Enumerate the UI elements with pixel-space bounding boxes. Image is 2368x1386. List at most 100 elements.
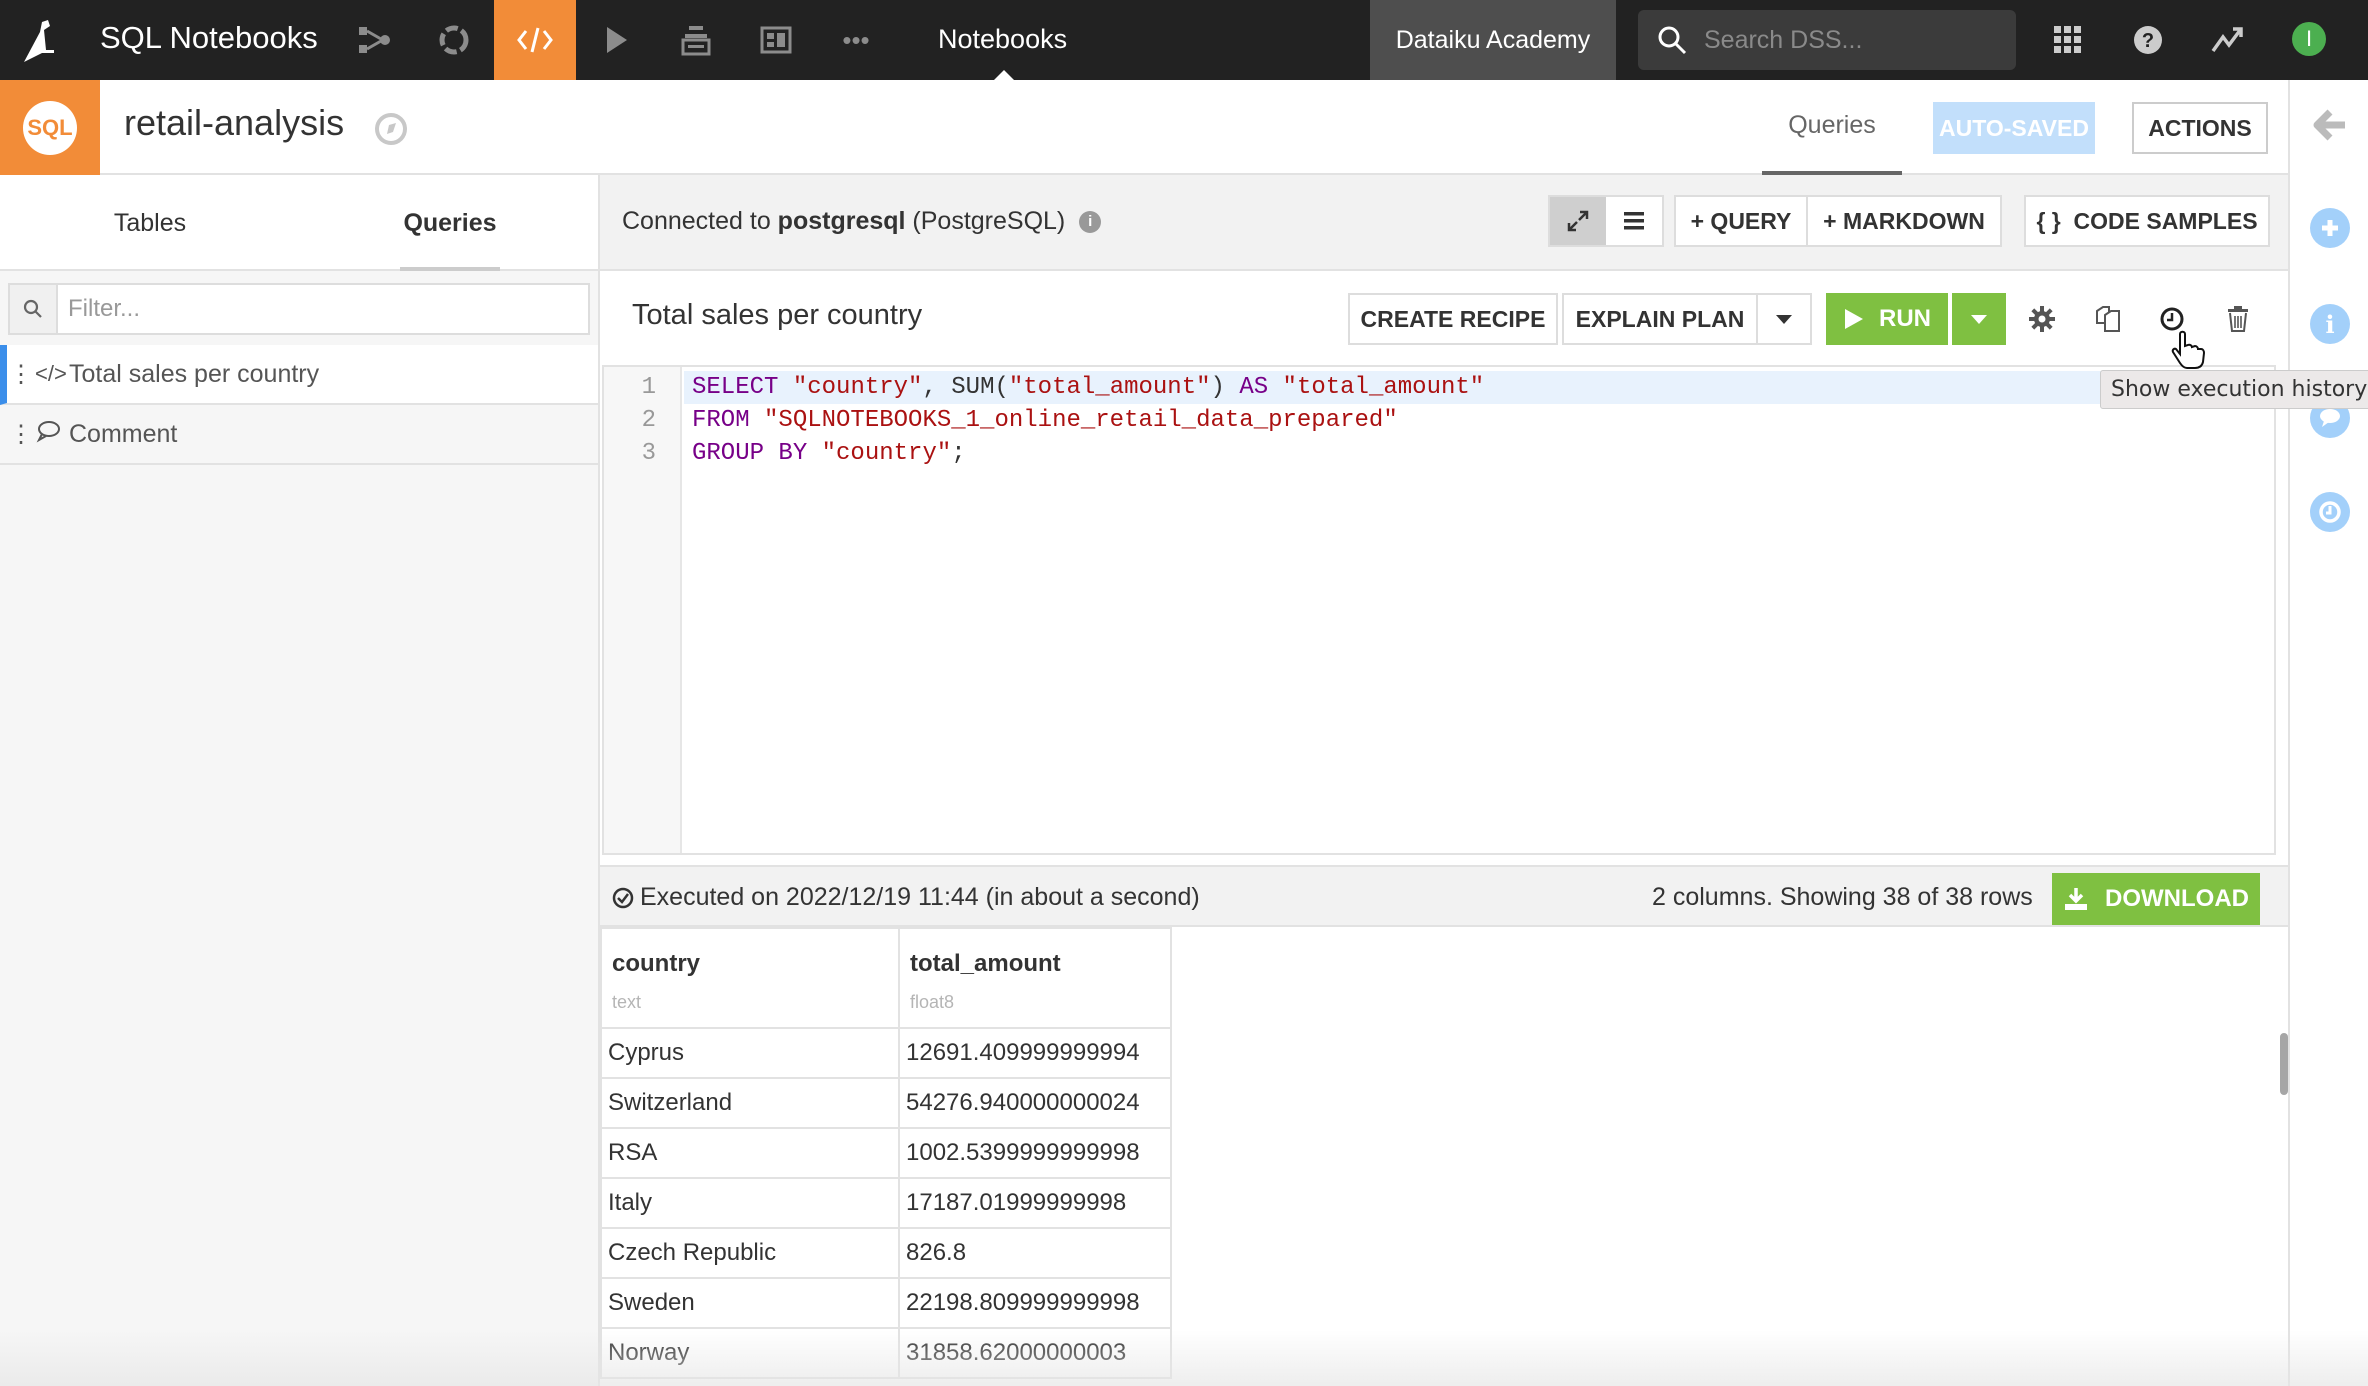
main-panel: Connected to postgresql (PostgreSQL) i + …	[600, 175, 2288, 1386]
chevron-down-icon	[1776, 314, 1792, 324]
table-row: Italy 17187.01999999998	[600, 1177, 1172, 1229]
cell-country[interactable]: Italy	[600, 1177, 900, 1229]
create-recipe-button[interactable]: CREATE RECIPE	[1348, 293, 1558, 345]
deploy-icon[interactable]	[656, 0, 736, 80]
global-search[interactable]	[1638, 10, 2016, 70]
activity-icon[interactable]	[2208, 20, 2248, 60]
drag-handle-icon[interactable]: ⋮	[7, 420, 35, 449]
download-button[interactable]: DOWNLOAD	[2052, 873, 2260, 925]
help-icon[interactable]: ?	[2128, 20, 2168, 60]
apps-grid-icon[interactable]	[2048, 20, 2088, 60]
executed-text: Executed on 2022/12/19 11:44 (in about a…	[640, 883, 1200, 911]
table-row: Sweden 22198.809999999998	[600, 1277, 1172, 1329]
search-icon	[1658, 26, 1687, 55]
code-line[interactable]: 2 FROM "SQLNOTEBOOKS_1_online_retail_data…	[604, 404, 2274, 437]
sidebar-tab-queries[interactable]: Queries	[400, 175, 500, 271]
duplicate-icon[interactable]	[2090, 301, 2126, 337]
cell-total-amount[interactable]: 826.8	[898, 1227, 1172, 1279]
sidebar-tab-tables[interactable]: Tables	[0, 175, 300, 271]
section-label-notebooks[interactable]: Notebooks	[938, 24, 1067, 55]
history-icon[interactable]	[2310, 492, 2350, 532]
cell-total-amount[interactable]: 12691.409999999994	[898, 1027, 1172, 1079]
add-icon[interactable]	[2310, 208, 2350, 248]
download-icon	[2065, 888, 2087, 910]
cell-total-amount[interactable]: 54276.940000000024	[898, 1077, 1172, 1129]
sidebar-tabs: Tables Queries	[0, 175, 598, 271]
connection-info-icon[interactable]: i	[1079, 211, 1102, 234]
code-icon: </>	[35, 361, 67, 386]
code-icon[interactable]	[494, 0, 576, 80]
flow-icon[interactable]	[334, 0, 414, 80]
cell-total-amount[interactable]: 1002.5399999999998	[898, 1127, 1172, 1179]
back-arrow-icon[interactable]	[2312, 108, 2348, 142]
svg-text:?: ?	[2142, 30, 2154, 52]
add-markdown-button[interactable]: + MARKDOWN	[1808, 195, 2002, 247]
notebook-name[interactable]: retail-analysis	[124, 102, 344, 144]
cell-country[interactable]: Norway	[600, 1327, 900, 1379]
code-text: FROM "SQLNOTEBOOKS_1_online_retail_data_…	[692, 404, 1398, 437]
cell-country[interactable]: Sweden	[600, 1277, 900, 1329]
code-token: "country"	[821, 440, 952, 467]
explain-plan-button[interactable]: EXPLAIN PLAN	[1562, 293, 1758, 345]
list-view-icon[interactable]	[1606, 197, 1662, 245]
settings-gear-icon[interactable]	[2024, 301, 2060, 337]
dataiku-bird-logo[interactable]	[20, 16, 64, 64]
execution-status: Executed on 2022/12/19 11:44 (in about a…	[612, 883, 1200, 912]
sql-code-editor[interactable]: 1 SELECT "country", SUM("total_amount") A…	[602, 365, 2276, 855]
query-title[interactable]: Total sales per country	[632, 299, 922, 332]
code-line[interactable]: 1 SELECT "country", SUM("total_amount") A…	[604, 371, 2274, 404]
code-samples-button[interactable]: { } CODE SAMPLES	[2024, 195, 2270, 247]
sidebar-item-query[interactable]: ⋮ </> Total sales per country	[0, 345, 598, 405]
connection-status: Connected to postgresql (PostgreSQL) i	[622, 207, 1102, 236]
cell-total-amount[interactable]: 17187.01999999998	[898, 1177, 1172, 1229]
dashboard-icon[interactable]	[736, 0, 816, 80]
more-icon[interactable]: •••	[816, 0, 896, 80]
explain-plan-dropdown[interactable]	[1756, 293, 1812, 345]
jobs-icon[interactable]	[414, 0, 494, 80]
column-header-country[interactable]: country text	[600, 927, 900, 1029]
results-body: Cyprus 12691.409999999994 Switzerland 54276…	[600, 1027, 1172, 1379]
code-line[interactable]: 3 GROUP BY "country";	[604, 437, 2274, 470]
filter-input[interactable]	[68, 291, 578, 327]
cell-total-amount[interactable]: 22198.809999999998	[898, 1277, 1172, 1329]
code-token: "country"	[792, 374, 923, 401]
add-query-button[interactable]: + QUERY	[1674, 195, 1808, 247]
expand-view-icon[interactable]	[1550, 197, 1606, 245]
compass-icon[interactable]	[374, 112, 408, 146]
code-token: "total_amount"	[1008, 374, 1211, 401]
sql-notebook-badge: SQL	[0, 80, 100, 175]
code-text: GROUP BY "country";	[692, 437, 966, 470]
column-type: float8	[910, 991, 955, 1012]
info-icon[interactable]: i	[2310, 304, 2350, 344]
connection-name: postgresql	[777, 207, 906, 235]
cell-country[interactable]: Switzerland	[600, 1077, 900, 1129]
user-avatar[interactable]: I	[2292, 22, 2326, 56]
column-name: total_amount	[910, 949, 1061, 977]
app-title[interactable]: SQL Notebooks	[100, 20, 318, 56]
results-scrollbar[interactable]	[2280, 1033, 2288, 1095]
connected-prefix: Connected to	[622, 207, 778, 235]
hand-pointer-cursor	[2171, 330, 2206, 369]
run-button[interactable]: RUN	[1826, 293, 1948, 345]
line-number: 2	[641, 407, 656, 434]
sidebar-item-comment[interactable]: ⋮ Comment	[0, 405, 598, 465]
cell-country[interactable]: RSA	[600, 1127, 900, 1179]
cell-country[interactable]: Cyprus	[600, 1027, 900, 1079]
notebook-header: SQL retail-analysis Queries AUTO-SAVED A…	[0, 80, 2288, 175]
run-options-dropdown[interactable]	[1952, 293, 2006, 345]
search-input[interactable]	[1704, 20, 2004, 60]
delete-trash-icon[interactable]	[2220, 301, 2256, 337]
code-token: ;	[951, 440, 966, 467]
tab-queries[interactable]: Queries	[1762, 80, 1902, 175]
run-icon[interactable]	[576, 0, 656, 80]
cell-total-amount[interactable]: 31858.62000000003	[898, 1327, 1172, 1379]
instance-label[interactable]: Dataiku Academy	[1370, 0, 1616, 80]
rows-summary: 2 columns. Showing 38 of 38 rows	[1652, 883, 2033, 911]
code-text: SELECT "country", SUM("total_amount") AS…	[692, 371, 1484, 404]
cell-country[interactable]: Czech Republic	[600, 1227, 900, 1279]
drag-handle-icon[interactable]: ⋮	[7, 360, 35, 389]
column-header-total-amount[interactable]: total_amount float8	[898, 927, 1172, 1029]
actions-button[interactable]: ACTIONS	[2132, 102, 2268, 154]
auto-saved-button[interactable]: AUTO-SAVED	[1933, 102, 2095, 154]
sidebar-filter[interactable]	[8, 283, 590, 335]
